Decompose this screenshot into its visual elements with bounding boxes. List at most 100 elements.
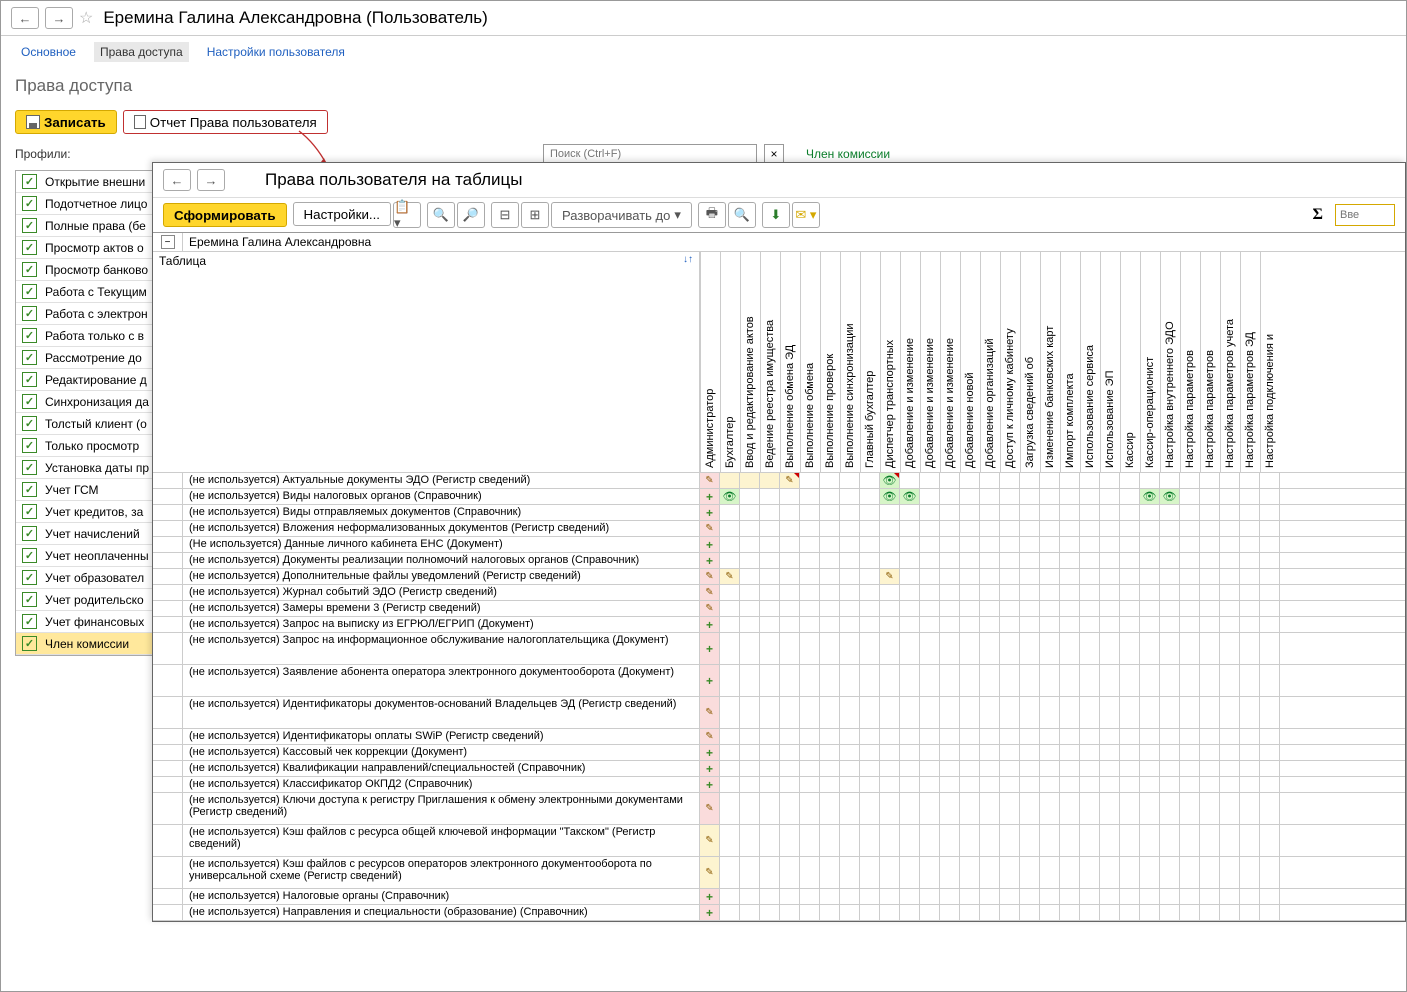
data-cell[interactable] [880, 553, 900, 568]
data-cell[interactable] [860, 697, 880, 728]
data-cell[interactable] [1260, 553, 1280, 568]
data-cell[interactable] [820, 793, 840, 824]
data-cell[interactable] [1040, 537, 1060, 552]
data-cell[interactable] [1140, 793, 1160, 824]
data-cell[interactable] [940, 521, 960, 536]
data-cell[interactable] [1000, 825, 1020, 856]
data-cell[interactable] [1120, 793, 1140, 824]
data-cell[interactable] [1060, 569, 1080, 584]
star-icon[interactable]: ☆ [79, 8, 93, 28]
data-cell[interactable] [820, 889, 840, 904]
data-cell[interactable] [1140, 569, 1160, 584]
data-cell[interactable] [800, 889, 820, 904]
data-cell[interactable] [900, 665, 920, 696]
checkbox-icon[interactable]: ✓ [22, 570, 37, 585]
data-cell[interactable] [740, 473, 760, 488]
data-cell[interactable] [840, 617, 860, 632]
data-cell[interactable] [1100, 889, 1120, 904]
data-cell[interactable] [1180, 889, 1200, 904]
data-cell[interactable] [1200, 793, 1220, 824]
data-cell[interactable] [940, 905, 960, 920]
data-cell[interactable] [900, 617, 920, 632]
checkbox-icon[interactable]: ✓ [22, 284, 37, 299]
data-cell[interactable] [1020, 585, 1040, 600]
checkbox-icon[interactable]: ✓ [22, 592, 37, 607]
report-button[interactable]: Отчет Права пользователя [123, 110, 328, 134]
data-cell[interactable] [1180, 505, 1200, 520]
data-cell[interactable] [920, 825, 940, 856]
data-cell[interactable] [800, 537, 820, 552]
data-cell[interactable] [880, 585, 900, 600]
data-cell[interactable] [1080, 569, 1100, 584]
back-button[interactable]: ← [163, 169, 191, 191]
data-cell[interactable] [1120, 585, 1140, 600]
data-cell[interactable] [1200, 905, 1220, 920]
checkbox-icon[interactable]: ✓ [22, 416, 37, 431]
column-header[interactable]: Настройка подключения и [1260, 252, 1280, 472]
data-cell[interactable] [840, 489, 860, 504]
data-cell[interactable] [900, 697, 920, 728]
data-cell[interactable] [1080, 617, 1100, 632]
data-cell[interactable] [980, 761, 1000, 776]
data-cell[interactable] [1040, 665, 1060, 696]
data-cell[interactable] [720, 665, 740, 696]
data-cell[interactable] [1020, 633, 1040, 664]
data-cell[interactable] [800, 777, 820, 792]
data-cell[interactable] [720, 825, 740, 856]
data-cell[interactable] [1040, 489, 1060, 504]
data-cell[interactable] [880, 633, 900, 664]
data-cell[interactable] [1260, 617, 1280, 632]
data-cell[interactable] [800, 665, 820, 696]
data-cell[interactable] [1160, 585, 1180, 600]
data-cell[interactable] [820, 569, 840, 584]
data-cell[interactable] [1180, 761, 1200, 776]
data-cell[interactable] [860, 521, 880, 536]
data-cell[interactable] [860, 601, 880, 616]
data-cell[interactable] [740, 537, 760, 552]
data-cell[interactable] [720, 905, 740, 920]
data-cell[interactable] [1000, 489, 1020, 504]
data-cell[interactable] [1020, 889, 1040, 904]
search-input[interactable] [543, 144, 757, 164]
report-search-input[interactable] [1335, 204, 1395, 226]
data-cell[interactable] [900, 585, 920, 600]
data-cell[interactable] [920, 857, 940, 888]
data-cell[interactable] [1220, 473, 1240, 488]
data-cell[interactable] [740, 633, 760, 664]
data-cell[interactable]: + [700, 505, 720, 520]
column-header[interactable]: Бухгалтер [720, 252, 740, 472]
data-cell[interactable] [1040, 777, 1060, 792]
data-cell[interactable] [1080, 697, 1100, 728]
data-cell[interactable] [740, 665, 760, 696]
data-cell[interactable] [880, 521, 900, 536]
data-cell[interactable] [1040, 633, 1060, 664]
data-cell[interactable] [880, 889, 900, 904]
data-cell[interactable]: ✎ [700, 729, 720, 744]
data-cell[interactable] [920, 777, 940, 792]
data-cell[interactable] [980, 697, 1000, 728]
data-cell[interactable] [1260, 857, 1280, 888]
data-cell[interactable] [1040, 505, 1060, 520]
data-cell[interactable] [880, 617, 900, 632]
data-cell[interactable] [980, 489, 1000, 504]
data-cell[interactable]: 👁 [880, 473, 900, 488]
data-cell[interactable] [1220, 601, 1240, 616]
data-cell[interactable] [920, 521, 940, 536]
data-cell[interactable] [1220, 745, 1240, 760]
data-cell[interactable] [740, 521, 760, 536]
data-cell[interactable] [1100, 489, 1120, 504]
tab-access[interactable]: Права доступа [94, 42, 189, 62]
data-cell[interactable]: ✎ [700, 521, 720, 536]
data-cell[interactable] [1180, 569, 1200, 584]
data-cell[interactable] [980, 905, 1000, 920]
data-cell[interactable] [820, 729, 840, 744]
data-cell[interactable] [740, 889, 760, 904]
data-cell[interactable] [1060, 777, 1080, 792]
data-cell[interactable] [1000, 905, 1020, 920]
data-cell[interactable] [760, 473, 780, 488]
data-cell[interactable] [1160, 793, 1180, 824]
data-cell[interactable] [1220, 905, 1240, 920]
data-cell[interactable] [940, 601, 960, 616]
data-cell[interactable] [720, 793, 740, 824]
data-cell[interactable] [840, 825, 860, 856]
